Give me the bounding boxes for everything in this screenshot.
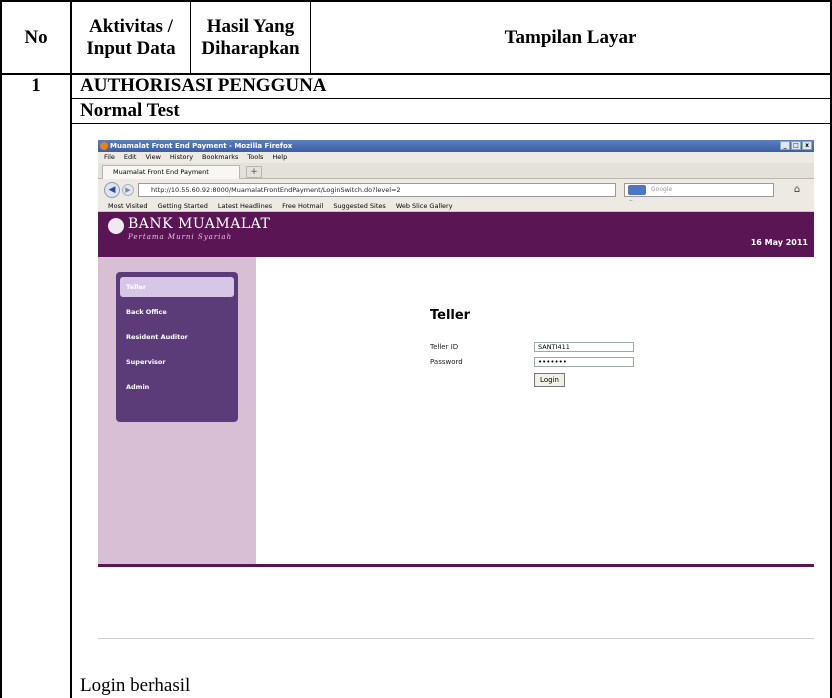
menu-help[interactable]: Help — [272, 152, 287, 163]
browser-tab[interactable]: Muamalat Front End Payment — [102, 165, 240, 179]
new-tab-button[interactable]: + — [246, 166, 262, 178]
footer-line — [98, 638, 814, 639]
window-titlebar: Muamalat Front End Payment - Mozilla Fir… — [98, 140, 814, 152]
menu-view[interactable]: View — [145, 152, 160, 163]
header-activity: Aktivitas / Input Data — [86, 16, 176, 59]
menu-edit[interactable]: Edit — [124, 152, 137, 163]
window-controls: _ □ x — [780, 141, 812, 150]
bank-name: BANK MUAMALAT — [128, 216, 271, 232]
menu-tools[interactable]: Tools — [247, 152, 263, 163]
sidebar: Teller Back Office Resident Auditor Supe… — [98, 257, 256, 564]
header-date: 16 May 2011 — [750, 238, 808, 247]
back-arrow-icon[interactable]: ◀ — [104, 182, 120, 198]
address-bar[interactable]: http://10.55.60.92:8000/MuamalatFrontEnd… — [138, 183, 635, 218]
home-icon[interactable]: ⌂ — [788, 183, 806, 197]
table-row-divider — [71, 123, 832, 124]
login-button[interactable]: Login — [534, 373, 565, 387]
sidebar-item-back-office[interactable]: Back Office — [120, 302, 234, 322]
teller-id-field[interactable]: SANTI411 — [534, 342, 634, 352]
row-number: 1 — [31, 75, 41, 96]
subsection-title: Normal Test — [80, 100, 180, 121]
bookmark-latest-headlines[interactable]: Latest Headlines — [218, 201, 272, 211]
header-screen-display: Tampilan Layar — [504, 27, 637, 48]
header-expected-result: Hasil Yang Diharapkan — [201, 16, 300, 59]
embedded-screenshot: Muamalat Front End Payment - Mozilla Fir… — [98, 140, 814, 660]
result-text: Login berhasil — [80, 674, 191, 696]
navigation-bar: ◀ ▶ http://10.55.60.92:8000/MuamalatFron… — [98, 179, 814, 218]
password-field[interactable]: ••••••• — [534, 357, 634, 367]
password-label: Password — [430, 358, 463, 366]
teller-id-label: Teller ID — [430, 343, 459, 351]
app-header: BANK MUAMALAT Pertama Murni Syariah 16 M… — [98, 212, 814, 257]
bookmark-getting-started[interactable]: Getting Started — [158, 201, 208, 211]
sidebar-item-supervisor[interactable]: Supervisor — [120, 352, 234, 372]
google-icon — [628, 185, 646, 195]
search-input[interactable]: Google — [624, 183, 774, 197]
close-button[interactable]: x — [802, 141, 812, 150]
footer-divider — [98, 564, 814, 567]
bookmark-most-visited[interactable]: Most Visited — [108, 201, 148, 211]
tab-strip: Muamalat Front End Payment + — [98, 163, 814, 179]
window-title: Muamalat Front End Payment - Mozilla Fir… — [110, 142, 293, 150]
bank-tagline: Pertama Murni Syariah — [128, 233, 233, 241]
forward-arrow-icon[interactable]: ▶ — [122, 184, 134, 196]
bank-logo-icon — [108, 218, 124, 234]
bookmark-free-hotmail[interactable]: Free Hotmail — [282, 201, 323, 211]
sidebar-item-resident-auditor[interactable]: Resident Auditor — [120, 327, 234, 347]
minimize-button[interactable]: _ — [780, 141, 790, 150]
table-row-divider — [71, 98, 832, 99]
firefox-icon — [100, 142, 108, 150]
login-panel: Teller Teller ID SANTI411 Password •••••… — [256, 257, 814, 564]
bookmark-web-slice-gallery[interactable]: Web Slice Gallery — [396, 201, 453, 211]
maximize-button[interactable]: □ — [791, 141, 801, 150]
search-placeholder: Google — [651, 186, 673, 193]
bookmarks-toolbar: Most Visited Getting Started Latest Head… — [98, 201, 814, 212]
sidebar-menu: Teller Back Office Resident Auditor Supe… — [116, 272, 238, 422]
table-border-left — [0, 0, 2, 698]
menu-history[interactable]: History — [170, 152, 193, 163]
section-title: AUTHORISASI PENGGUNA — [80, 75, 327, 96]
menu-bookmarks[interactable]: Bookmarks — [202, 152, 238, 163]
header-no: No — [24, 27, 48, 48]
url-text: http://10.55.60.92:8000/MuamalatFrontEnd… — [151, 186, 401, 194]
menu-bar: File Edit View History Bookmarks Tools H… — [98, 152, 814, 163]
login-title: Teller — [430, 308, 471, 323]
bookmark-suggested-sites[interactable]: Suggested Sites — [333, 201, 386, 211]
table-col-divider — [70, 0, 72, 698]
sidebar-item-admin[interactable]: Admin — [120, 377, 234, 397]
menu-file[interactable]: File — [104, 152, 115, 163]
sidebar-item-teller[interactable]: Teller — [120, 277, 234, 297]
